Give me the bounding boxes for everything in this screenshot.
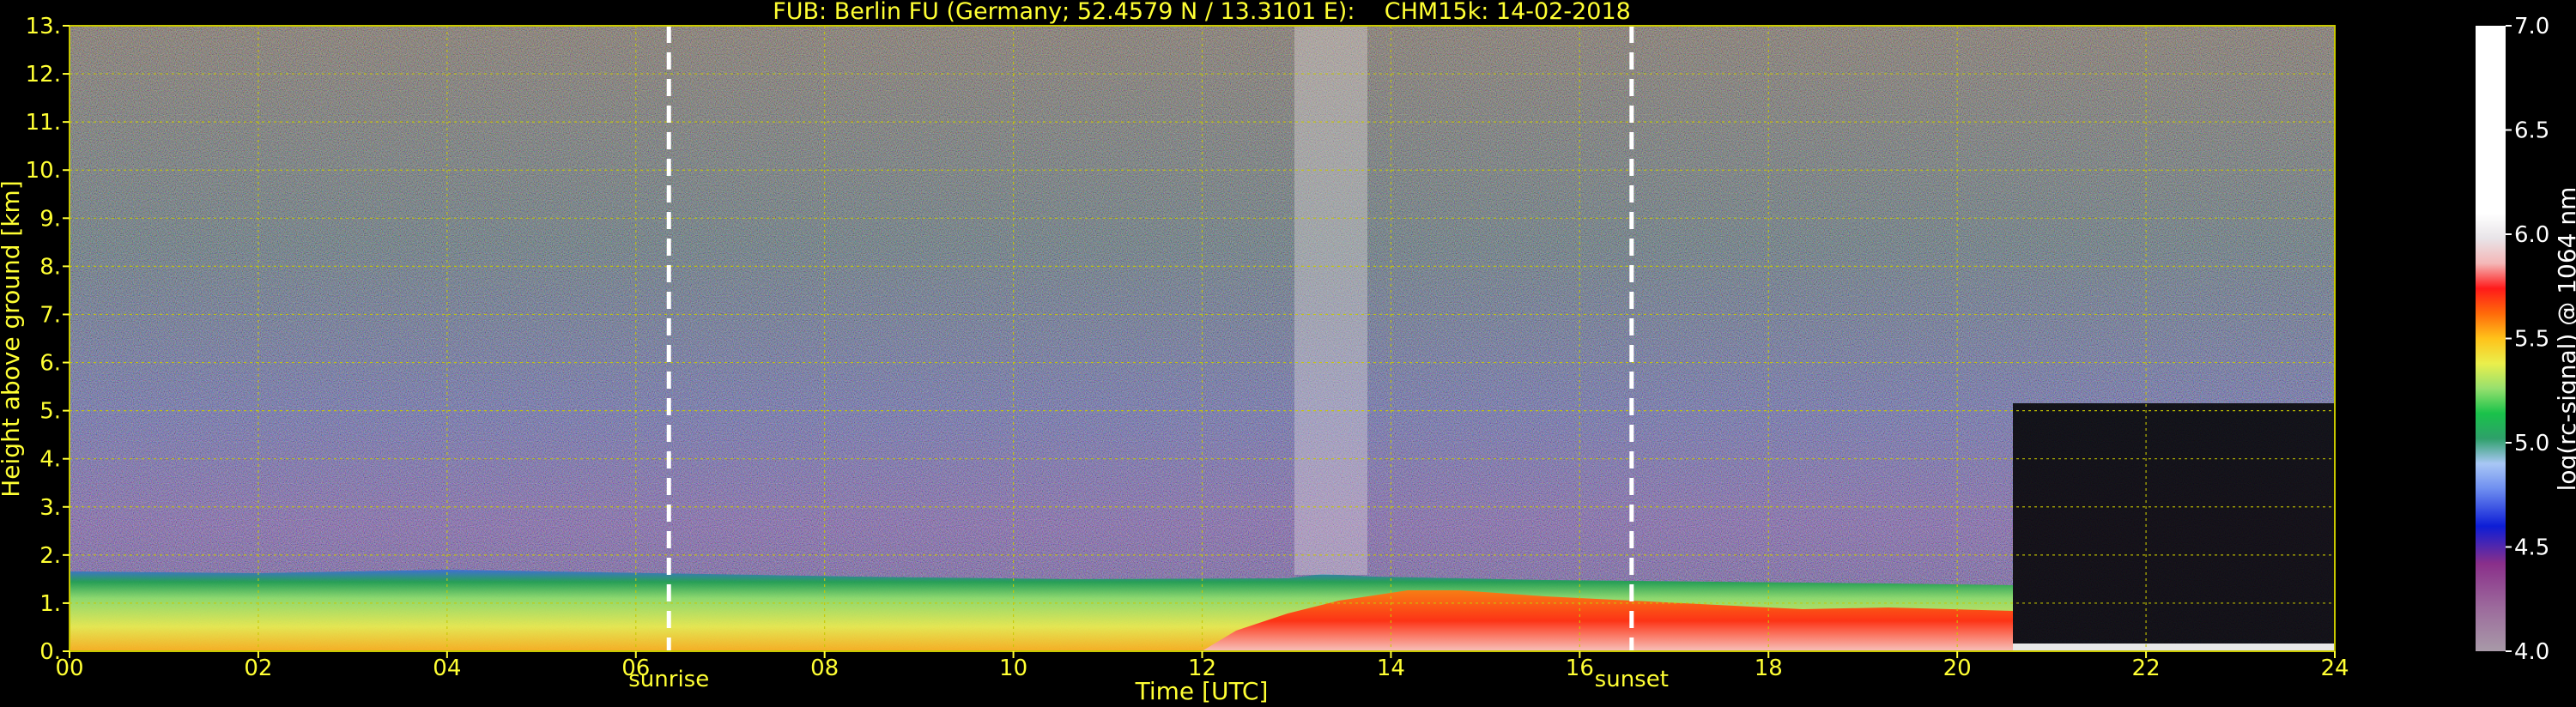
colorbar-tick-label: 6.0 <box>2514 222 2549 248</box>
colorbar-tick-label: 4.5 <box>2514 535 2549 561</box>
colorbar-tick-label: 7.0 <box>2514 14 2549 39</box>
colorbar-label: log(rc-signal) @ 1064 nm <box>2553 187 2576 492</box>
x-tick-label: 16 <box>1566 656 1594 681</box>
x-tick-label: 04 <box>433 656 461 681</box>
colorbar-tick-label: 4.0 <box>2514 639 2549 665</box>
event-label-sunset: sunset <box>1595 667 1669 692</box>
y-tick-label: 5. <box>39 399 61 425</box>
y-tick-label: 12. <box>26 62 61 88</box>
x-tick-label: 14 <box>1377 656 1405 681</box>
x-tick-label: 00 <box>55 656 83 681</box>
y-tick-label: 8. <box>39 254 61 280</box>
y-tick-label: 10. <box>26 158 61 184</box>
x-tick-label: 20 <box>1943 656 1972 681</box>
chart-title: FUB: Berlin FU (Germany; 52.4579 N / 13.… <box>773 0 1631 25</box>
colorbar-tick-label: 6.5 <box>2514 118 2549 144</box>
x-tick-label: 08 <box>810 656 839 681</box>
no-data-region <box>2013 403 2335 651</box>
colorbar-tick-label: 5.0 <box>2514 431 2549 456</box>
x-tick-label: 02 <box>244 656 272 681</box>
y-tick-label: 6. <box>39 351 61 377</box>
colorbar-gradient <box>2476 26 2506 651</box>
y-tick-label: 4. <box>39 447 61 473</box>
cloud-column <box>1294 26 1367 575</box>
x-tick-label: 22 <box>2132 656 2161 681</box>
y-tick-label: 2. <box>39 543 61 569</box>
y-tick-label: 1. <box>39 591 61 617</box>
y-tick-label: 3. <box>39 495 61 521</box>
colorbar-tick-label: 5.5 <box>2514 327 2549 353</box>
x-tick-label: 18 <box>1755 656 1783 681</box>
colorbar-ticks: 4.0 4.5 5.0 5.5 6.0 6.5 7.0 <box>2506 14 2549 665</box>
y-tick-label: 11. <box>26 110 61 136</box>
x-axis-label: Time [UTC] <box>1135 677 1269 705</box>
y-tick-label: 9. <box>39 206 61 232</box>
lidar-figure: sunrise sunset 0.1.2.3.4.5.6.7.8.9.10.11.… <box>0 0 2576 705</box>
y-tick-label: 13. <box>26 14 61 39</box>
x-tick-label: 06 <box>621 656 650 681</box>
y-axis-label: Height above ground [km] <box>0 180 25 498</box>
x-tick-label: 24 <box>2320 656 2349 681</box>
y-axis: 0.1.2.3.4.5.6.7.8.9.10.11.12.13. <box>26 14 70 665</box>
colorbar: 4.0 4.5 5.0 5.5 6.0 6.5 7.0 log(rc-signal) @ 1… <box>2476 14 2576 665</box>
x-tick-label: 10 <box>999 656 1027 681</box>
y-tick-label: 7. <box>39 302 61 328</box>
surface-return <box>2013 644 2335 651</box>
